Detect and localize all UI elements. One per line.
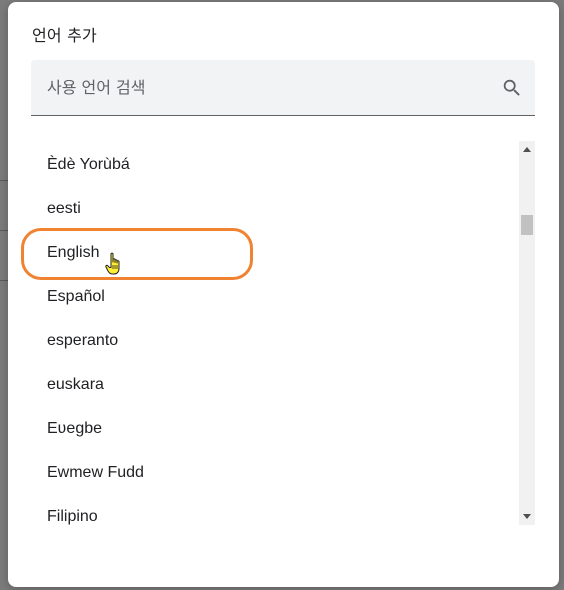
language-item[interactable]: euskara	[31, 363, 535, 407]
language-item[interactable]: Èdè Yorùbá	[31, 143, 535, 187]
language-list-scrollbar[interactable]	[519, 141, 535, 525]
dialog-title: 언어 추가	[32, 26, 97, 45]
backdrop-divider	[0, 230, 8, 231]
backdrop-divider	[0, 280, 8, 281]
language-item[interactable]: Eʋegbe	[31, 407, 535, 451]
backdrop-divider	[0, 180, 8, 181]
add-language-dialog: 언어 추가 Èdè YorùbáeestiEnglishEspañolesper…	[8, 2, 559, 587]
search-input[interactable]	[31, 60, 507, 115]
scrollbar-thumb[interactable]	[521, 215, 533, 235]
language-item[interactable]: English	[31, 231, 535, 275]
language-item[interactable]: Ewmew Fudd	[31, 451, 535, 495]
scroll-up-arrow-icon[interactable]	[523, 147, 531, 152]
language-item[interactable]: Filipino	[31, 495, 535, 525]
language-list: Èdè Yorùbá eesti English Español esperanto eu…	[31, 143, 535, 525]
language-list-viewport: Èdè Yorùbá eesti English Español esperanto eu…	[31, 141, 535, 525]
scroll-down-arrow-icon[interactable]	[523, 514, 531, 519]
language-item[interactable]: esperanto	[31, 319, 535, 363]
language-item[interactable]: Español	[31, 275, 535, 319]
search-box	[31, 60, 535, 116]
language-item[interactable]: eesti	[31, 187, 535, 231]
search-icon[interactable]	[501, 77, 523, 99]
